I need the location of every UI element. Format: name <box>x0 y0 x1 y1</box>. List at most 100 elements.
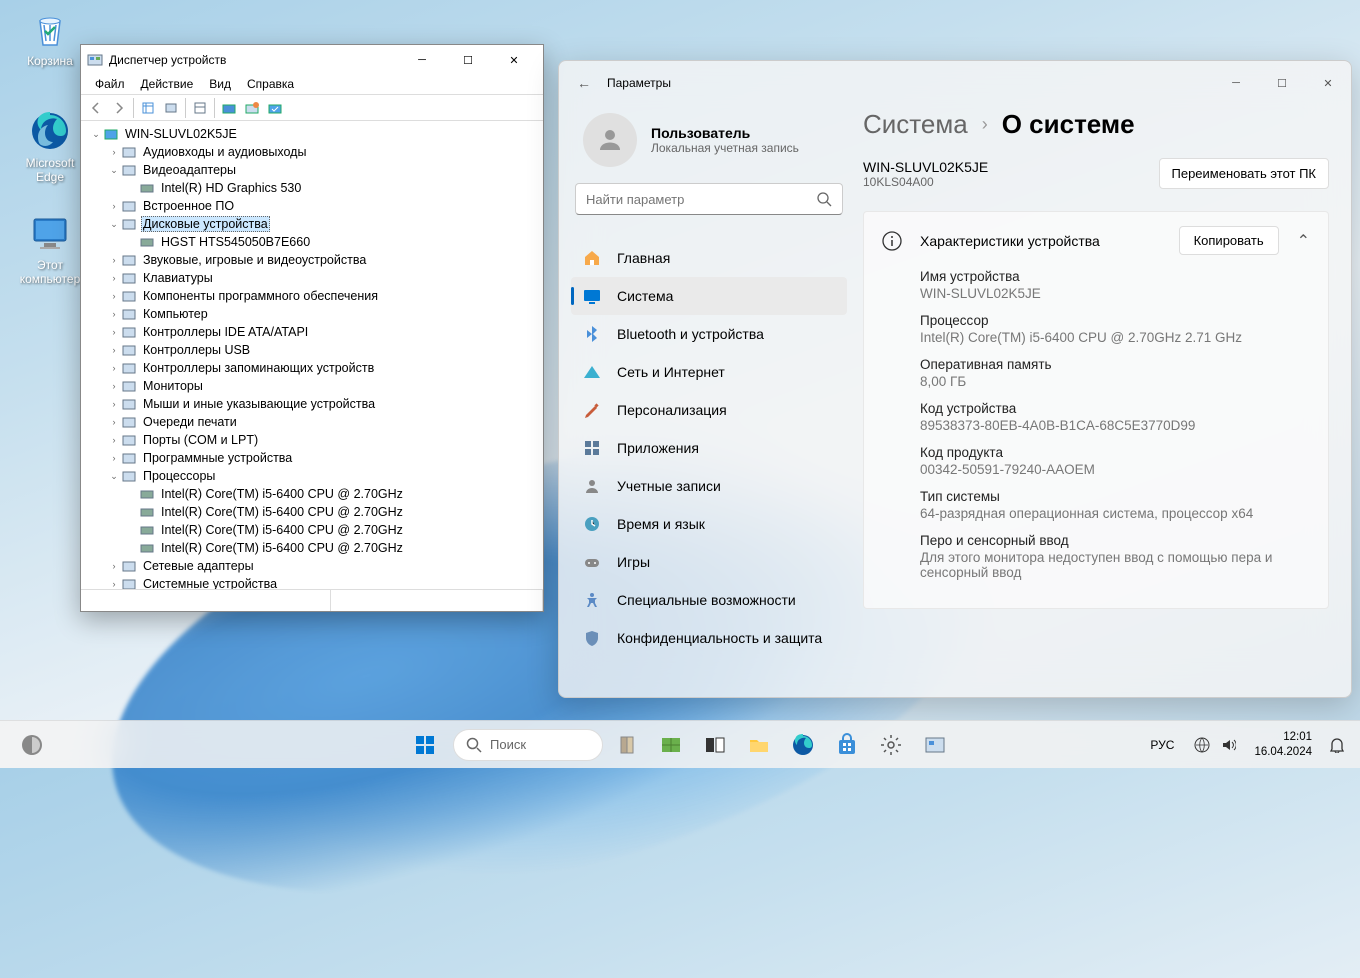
breadcrumb: Система › О системе <box>863 105 1329 158</box>
widgets-button[interactable] <box>12 725 52 765</box>
tree-item[interactable]: Intel(R) Core(TM) i5-6400 CPU @ 2.70GHz <box>81 485 543 503</box>
desktop-icon-recycle-bin[interactable]: Корзина <box>12 8 88 68</box>
nav-label: Система <box>617 288 673 304</box>
notifications-button[interactable] <box>1322 725 1352 765</box>
tree-item[interactable]: ⌄Процессоры <box>81 467 543 485</box>
user-block[interactable]: Пользователь Локальная учетная запись <box>571 105 847 183</box>
card-header[interactable]: Характеристики устройства Копировать ⌃ <box>864 212 1328 269</box>
tree-item[interactable]: ›Системные устройства <box>81 575 543 589</box>
menu-help[interactable]: Справка <box>239 75 302 94</box>
devmgr-taskbar-button[interactable] <box>915 725 955 765</box>
tree-root[interactable]: ⌄WIN-SLUVL02K5JE <box>81 125 543 143</box>
spec-value: WIN-SLUVL02K5JE <box>920 286 1310 301</box>
tree-item[interactable]: Intel(R) Core(TM) i5-6400 CPU @ 2.70GHz <box>81 539 543 557</box>
nav-item-network[interactable]: Сеть и Интернет <box>571 353 847 391</box>
nav-item-gaming[interactable]: Игры <box>571 543 847 581</box>
chevron-right-icon: › <box>982 114 988 135</box>
menu-view[interactable]: Вид <box>201 75 239 94</box>
nav-item-time[interactable]: Время и язык <box>571 505 847 543</box>
edge-button[interactable] <box>783 725 823 765</box>
nav-item-personalize[interactable]: Персонализация <box>571 391 847 429</box>
clock[interactable]: 12:01 16.04.2024 <box>1248 730 1318 759</box>
tree-item[interactable]: ›Мониторы <box>81 377 543 395</box>
tree-item[interactable]: ›Звуковые, игровые и видеоустройства <box>81 251 543 269</box>
spec-value: Intel(R) Core(TM) i5-6400 CPU @ 2.70GHz … <box>920 330 1310 345</box>
settings-button[interactable] <box>871 725 911 765</box>
toolbar-btn[interactable] <box>137 97 159 119</box>
taskbar-app[interactable] <box>651 725 691 765</box>
nav-item-bluetooth[interactable]: Bluetooth и устройства <box>571 315 847 353</box>
maximize-button[interactable]: ☐ <box>445 45 491 75</box>
tree-item[interactable]: ⌄Дисковые устройства <box>81 215 543 233</box>
device-header: WIN-SLUVL02K5JE 10KLS04A00 Переименовать… <box>863 158 1329 189</box>
tree-item[interactable]: ›Аудиовходы и аудиовыходы <box>81 143 543 161</box>
nav-item-apps[interactable]: Приложения <box>571 429 847 467</box>
toolbar-btn[interactable] <box>264 97 286 119</box>
tree-item[interactable]: ›Встроенное ПО <box>81 197 543 215</box>
start-button[interactable] <box>405 725 445 765</box>
nav-item-accounts[interactable]: Учетные записи <box>571 467 847 505</box>
back-button[interactable]: ← <box>577 75 607 91</box>
titlebar[interactable]: ← Параметры ─ ☐ ✕ <box>559 61 1351 105</box>
close-button[interactable]: ✕ <box>491 45 537 75</box>
store-button[interactable] <box>827 725 867 765</box>
toolbar-btn[interactable] <box>189 97 211 119</box>
forward-button[interactable] <box>108 97 130 119</box>
toolbar-btn[interactable] <box>218 97 240 119</box>
tree-item[interactable]: ›Мыши и иные указывающие устройства <box>81 395 543 413</box>
menu-action[interactable]: Действие <box>133 75 202 94</box>
tree-item[interactable]: ›Сетевые адаптеры <box>81 557 543 575</box>
tree-item[interactable]: ›Порты (COM и LPT) <box>81 431 543 449</box>
tree-item[interactable]: ⌄Видеоадаптеры <box>81 161 543 179</box>
settings-window: ← Параметры ─ ☐ ✕ Пользователь Локальная… <box>558 60 1352 698</box>
nav-item-privacy[interactable]: Конфиденциальность и защита <box>571 619 847 657</box>
tree-item[interactable]: Intel(R) HD Graphics 530 <box>81 179 543 197</box>
language-indicator[interactable]: РУС <box>1142 725 1182 765</box>
bluetooth-icon <box>583 325 601 343</box>
task-view-button[interactable] <box>695 725 735 765</box>
desktop-icon-label: Корзина <box>12 54 88 68</box>
info-icon <box>882 231 902 251</box>
tree-item[interactable]: ›Контроллеры USB <box>81 341 543 359</box>
minimize-button[interactable]: ─ <box>1213 67 1259 99</box>
spec-row: Имя устройстваWIN-SLUVL02K5JE <box>920 269 1310 301</box>
tree-item[interactable]: ›Очереди печати <box>81 413 543 431</box>
tree-item[interactable]: Intel(R) Core(TM) i5-6400 CPU @ 2.70GHz <box>81 503 543 521</box>
window-title: Диспетчер устройств <box>109 53 399 67</box>
chevron-up-icon[interactable]: ⌃ <box>1297 231 1310 251</box>
device-tree[interactable]: ⌄WIN-SLUVL02K5JE›Аудиовходы и аудиовыход… <box>81 121 543 589</box>
tree-item[interactable]: ›Программные устройства <box>81 449 543 467</box>
network-icon <box>1194 737 1210 753</box>
taskbar-search[interactable]: Поиск <box>453 729 603 761</box>
tree-item[interactable]: ›Контроллеры запоминающих устройств <box>81 359 543 377</box>
search-input[interactable] <box>586 192 817 207</box>
titlebar[interactable]: Диспетчер устройств ─ ☐ ✕ <box>81 45 543 75</box>
tree-item[interactable]: HGST HTS545050B7E660 <box>81 233 543 251</box>
toolbar-btn[interactable] <box>241 97 263 119</box>
tree-item[interactable]: ›Компьютер <box>81 305 543 323</box>
rename-pc-button[interactable]: Переименовать этот ПК <box>1159 158 1330 189</box>
tree-item[interactable]: ›Компоненты программного обеспечения <box>81 287 543 305</box>
taskbar-app[interactable] <box>607 725 647 765</box>
nav-item-accessibility[interactable]: Специальные возможности <box>571 581 847 619</box>
nav-item-system[interactable]: Система <box>571 277 847 315</box>
back-button[interactable] <box>85 97 107 119</box>
close-button[interactable]: ✕ <box>1305 67 1351 99</box>
menu-file[interactable]: Файл <box>87 75 133 94</box>
desktop-icon-this-pc[interactable]: Этот компьютер <box>12 212 88 287</box>
recycle-bin-icon <box>29 8 71 50</box>
breadcrumb-parent[interactable]: Система <box>863 109 968 140</box>
search-box[interactable] <box>575 183 843 215</box>
toolbar-btn[interactable] <box>160 97 182 119</box>
file-explorer-button[interactable] <box>739 725 779 765</box>
copy-button[interactable]: Копировать <box>1179 226 1279 255</box>
minimize-button[interactable]: ─ <box>399 45 445 75</box>
desktop-icon-edge[interactable]: Microsoft Edge <box>12 110 88 185</box>
maximize-button[interactable]: ☐ <box>1259 67 1305 99</box>
nav-item-home[interactable]: Главная <box>571 239 847 277</box>
tree-item[interactable]: ›Контроллеры IDE ATA/ATAPI <box>81 323 543 341</box>
search-label: Поиск <box>490 737 526 752</box>
system-tray[interactable] <box>1186 725 1244 765</box>
tree-item[interactable]: ›Клавиатуры <box>81 269 543 287</box>
tree-item[interactable]: Intel(R) Core(TM) i5-6400 CPU @ 2.70GHz <box>81 521 543 539</box>
